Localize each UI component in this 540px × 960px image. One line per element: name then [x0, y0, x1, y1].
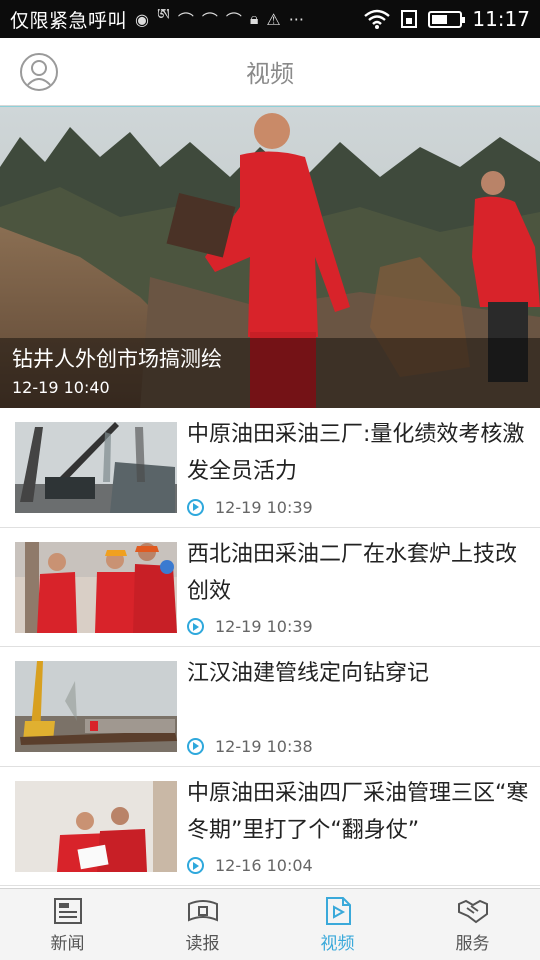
user-avatar-icon[interactable] [20, 53, 58, 91]
list-item[interactable]: 江汉油建管线定向钻穿记 12-19 10:38 [0, 647, 540, 767]
more-icon: ··· [288, 9, 304, 29]
notification-icon: ⌒ [201, 11, 218, 30]
list-item[interactable]: 中原油田采油三厂:量化绩效考核激发全员活力 12-19 10:39 [0, 408, 540, 528]
status-bar: 仅限紧急呼叫 ◉ ཨ ⌒ ⌒ ⌒ 🔒︎ ⚠︎ ··· 11:17 [0, 0, 540, 38]
news-meta: 12-19 10:38 [187, 737, 313, 756]
handshake-icon [457, 899, 488, 923]
newspaper-icon [53, 897, 82, 924]
notification-icons: ◉ ཨ ⌒ ⌒ ⌒ 🔒︎ ⚠︎ ··· [135, 0, 304, 42]
sim-icon [401, 10, 418, 28]
carrier-label: 仅限紧急呼叫 [10, 9, 128, 32]
notification-icon: ཨ [156, 4, 170, 24]
news-title: 西北油田采油二厂在水套炉上技改创效 [187, 541, 518, 604]
play-icon [187, 498, 204, 516]
notification-icon: ⌒ [177, 11, 194, 30]
app-header: 视频 [0, 38, 540, 106]
play-icon [187, 857, 204, 874]
video-news-list: 中原油田采油三厂:量化绩效考核激发全员活力 12-19 10:39 西北油田采油… [0, 408, 540, 886]
tab-label: 视频 [320, 933, 355, 954]
tab-label: 读报 [185, 933, 220, 954]
lock-icon: 🔒︎ [249, 9, 259, 28]
featured-video[interactable]: 钻井人外创市场搞测绘 12-19 10:40 [0, 106, 540, 408]
list-item[interactable]: 西北油田采油二厂在水套炉上技改创效 12-19 10:39 [0, 528, 540, 647]
news-title: 中原油田采油四厂采油管理三区“寒冬期”里打了个“翻身仗” [187, 780, 529, 843]
alert-icon: ⚠︎ [266, 9, 281, 29]
tab-label: 服务 [455, 933, 490, 954]
wifi-icon [364, 9, 391, 29]
play-icon [187, 737, 204, 755]
news-title: 江汉油建管线定向钻穿记 [187, 661, 430, 686]
tab-reader[interactable]: 读报 [135, 889, 270, 960]
featured-video-time: 12-19 10:40 [12, 378, 110, 397]
notification-icon: ⌒ [225, 11, 242, 30]
video-thumbnail [15, 661, 177, 752]
reader-icon [187, 899, 218, 922]
news-meta: 12-19 10:39 [187, 498, 313, 517]
video-thumbnail [15, 541, 177, 633]
news-time: 12-19 10:38 [215, 736, 313, 756]
tab-label: 新闻 [50, 933, 85, 954]
news-time: 12-19 10:39 [215, 497, 313, 517]
bottom-tab-bar: 新闻 读报 视频 服务 [0, 888, 540, 960]
news-meta: 12-16 10:04 [187, 856, 313, 875]
list-item[interactable]: 中原油田采油四厂采油管理三区“寒冬期”里打了个“翻身仗” 12-16 10:04 [0, 767, 540, 886]
video-icon [325, 896, 351, 925]
news-time: 12-19 10:39 [215, 617, 313, 636]
app-notification-icon: ◉ [135, 9, 149, 29]
tab-news[interactable]: 新闻 [0, 889, 135, 960]
battery-icon [428, 10, 466, 28]
page-title: 视频 [246, 60, 294, 88]
video-thumbnail [15, 780, 177, 872]
featured-video-caption: 钻井人外创市场搞测绘 12-19 10:40 [0, 338, 540, 408]
video-thumbnail [15, 422, 177, 513]
tab-service[interactable]: 服务 [405, 889, 540, 960]
news-time: 12-16 10:04 [215, 856, 313, 875]
news-meta: 12-19 10:39 [187, 617, 313, 636]
featured-video-title: 钻井人外创市场搞测绘 [12, 347, 222, 371]
tab-video[interactable]: 视频 [270, 889, 405, 960]
clock: 11:17 [472, 7, 530, 31]
play-icon [187, 618, 204, 635]
news-title: 中原油田采油三厂:量化绩效考核激发全员活力 [187, 422, 525, 484]
